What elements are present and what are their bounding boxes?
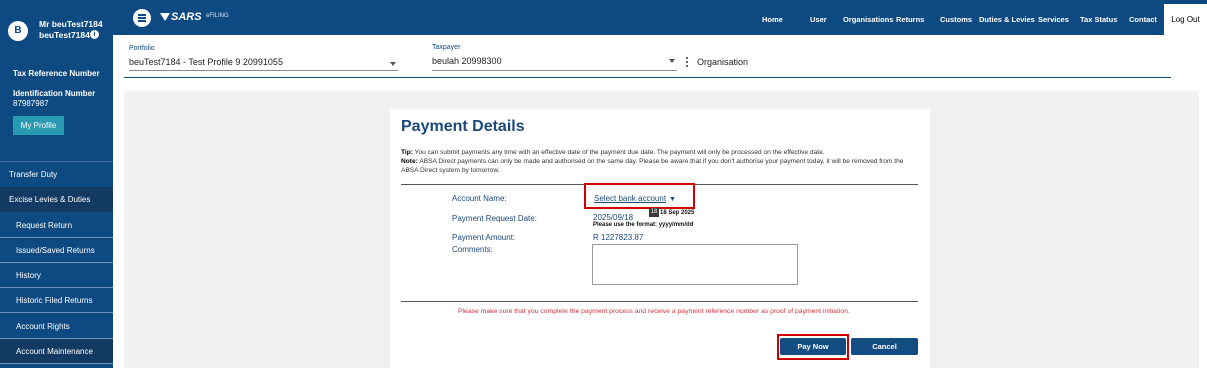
- user-name: Mr beuTest7184: [39, 19, 103, 29]
- sars-logo-mark-icon: [160, 13, 170, 22]
- highlight-box-bank-account: [584, 183, 695, 209]
- date-format-hint: Please use the format: yyyy/mm/dd: [593, 222, 694, 228]
- sars-logo[interactable]: SARS: [160, 11, 202, 23]
- nav-customs[interactable]: Customs: [940, 15, 972, 24]
- taxpayer-label: Taxpayer: [432, 44, 461, 51]
- nav-duties-levies[interactable]: Duties & Levies: [979, 15, 1035, 24]
- avatar[interactable]: B: [8, 21, 28, 41]
- comments-field[interactable]: [592, 244, 798, 285]
- calendar-icon[interactable]: 18: [649, 208, 659, 217]
- nav-services[interactable]: Services: [1038, 15, 1069, 24]
- efiling-app: B Mr beuTest7184 beuTest7184 i Tax Refer…: [0, 0, 1207, 368]
- user-login: beuTest7184: [39, 30, 90, 40]
- sidebar-item-excise-levies-duties[interactable]: Excise Levies & Duties: [0, 187, 113, 212]
- nav-tax-status[interactable]: Tax Status: [1080, 15, 1117, 24]
- organisation-label[interactable]: Organisation: [697, 57, 748, 67]
- sidebar-item-history[interactable]: History: [0, 263, 113, 288]
- tip-text: Tip: You can submit payments any time wi…: [401, 149, 825, 156]
- nav-user[interactable]: User: [810, 15, 827, 24]
- chevron-down-icon[interactable]: [669, 59, 675, 63]
- calendar-date-text: 18 Sep 2025: [660, 210, 695, 216]
- logout-button[interactable]: Log Out: [1164, 4, 1207, 35]
- sidebar-item-transfer-duty[interactable]: Transfer Duty: [0, 162, 113, 187]
- payment-notice: Please make sure that you complete the p…: [458, 308, 850, 315]
- payment-request-date-input[interactable]: 2025/09/18: [593, 213, 633, 222]
- sidebar-item-account-rights[interactable]: Account Rights: [0, 314, 113, 339]
- sidebar: B Mr beuTest7184 beuTest7184 i Tax Refer…: [0, 0, 113, 368]
- highlight-box-pay-now: [777, 334, 849, 360]
- efiling-logo: eFILING: [206, 13, 229, 19]
- nav-returns[interactable]: Returns: [896, 15, 924, 24]
- identification-value: 87987987: [13, 99, 49, 108]
- sidebar-item-account-maintenance[interactable]: Account Maintenance: [0, 339, 113, 364]
- nav-home[interactable]: Home: [762, 15, 783, 24]
- portfolio-underline: [129, 70, 398, 71]
- sidebar-item-historic-filed-returns[interactable]: Historic Filed Returns: [0, 288, 113, 313]
- portfolio-label: Portfolio: [129, 45, 155, 52]
- more-options-icon[interactable]: [686, 57, 689, 69]
- tax-reference-label: Tax Reference Number: [13, 69, 100, 78]
- cancel-button[interactable]: Cancel: [851, 338, 918, 355]
- sidebar-item-request-return[interactable]: Request Return: [0, 213, 113, 238]
- my-profile-button[interactable]: My Profile: [13, 116, 64, 135]
- payment-amount-value: R 1227823.87: [593, 233, 644, 242]
- section-divider: [401, 301, 918, 302]
- account-name-label: Account Name:: [452, 194, 507, 203]
- info-icon[interactable]: i: [90, 30, 99, 39]
- identification-label: Identification Number: [13, 89, 96, 98]
- sidebar-item-issued-saved-returns[interactable]: Issued/Saved Returns: [0, 238, 113, 263]
- chevron-down-icon[interactable]: [390, 62, 396, 66]
- payment-request-date-label: Payment Request Date:: [452, 214, 537, 223]
- taxpayer-underline: [432, 70, 677, 71]
- portfolio-select[interactable]: beuTest7184 - Test Profile 9 20991055: [129, 57, 283, 67]
- comments-label: Comments:: [452, 245, 493, 254]
- menu-icon[interactable]: [133, 9, 151, 27]
- note-text: Note: ABSA Direct payments can only be m…: [401, 158, 904, 174]
- nav-contact[interactable]: Contact: [1129, 15, 1157, 24]
- nav-organisations[interactable]: Organisations: [843, 15, 893, 24]
- taxpayer-select[interactable]: beulah 20998300: [432, 56, 502, 66]
- user-panel: B Mr beuTest7184 beuTest7184 i: [0, 0, 113, 55]
- payment-amount-label: Payment Amount:: [452, 233, 516, 242]
- page-title: Payment Details: [401, 118, 525, 135]
- header-divider: [124, 77, 1171, 78]
- top-nav-bar: SARS eFILING Home User Organisations Ret…: [113, 0, 1207, 35]
- sars-logo-text: SARS: [171, 11, 202, 23]
